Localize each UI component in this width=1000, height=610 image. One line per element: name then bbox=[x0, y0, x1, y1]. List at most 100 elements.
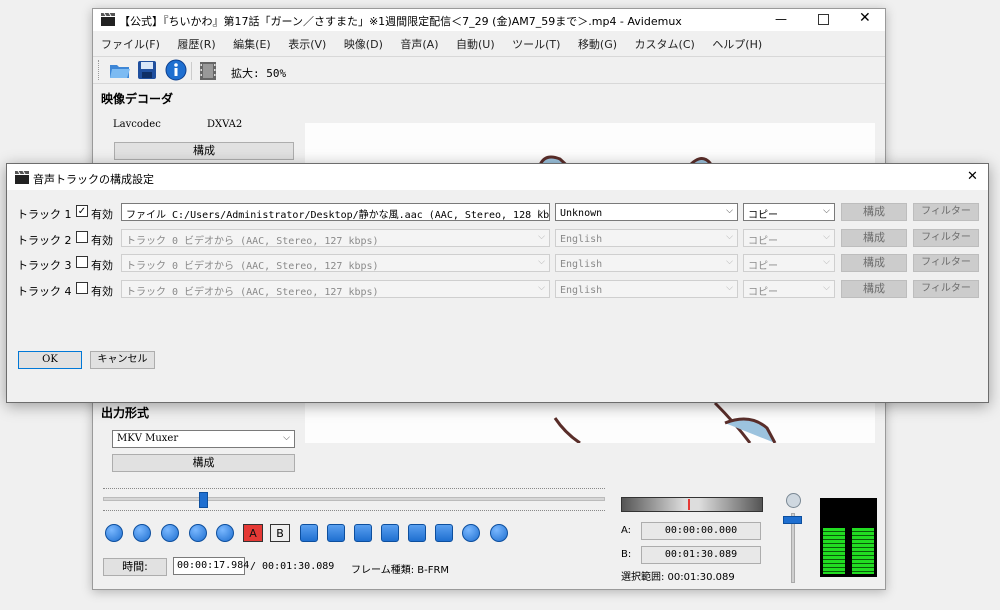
track-source-select[interactable]: トラック 0 ビデオから (AAC, Stereo, 127 kbps) ⌵ bbox=[121, 229, 550, 247]
track-language-select[interactable]: English ⌵ bbox=[555, 280, 738, 298]
track-label: トラック 2 bbox=[17, 234, 72, 247]
minimize-icon[interactable]: — bbox=[775, 12, 787, 26]
menu-video[interactable]: 映像(D) bbox=[344, 38, 383, 51]
next-frame-button[interactable] bbox=[161, 524, 179, 542]
dialog-close-icon[interactable]: ✕ bbox=[967, 169, 978, 184]
current-time-input[interactable]: 00:00:17.984 bbox=[173, 557, 249, 575]
track-language-select[interactable]: English ⌵ bbox=[555, 254, 738, 272]
dialog-title: 音声トラックの構成設定 bbox=[33, 173, 154, 186]
menu-audio[interactable]: 音声(A) bbox=[400, 38, 438, 51]
chevron-down-icon: ⌵ bbox=[726, 232, 733, 242]
track-enabled-checkbox[interactable] bbox=[76, 256, 88, 268]
menu-tools[interactable]: ツール(T) bbox=[512, 38, 560, 51]
output-configure-button[interactable]: 構成 bbox=[112, 454, 295, 472]
jog-shuttle[interactable] bbox=[621, 497, 763, 512]
menu-history[interactable]: 履歴(R) bbox=[177, 38, 215, 51]
chevron-down-icon: ⌵ bbox=[726, 206, 733, 216]
total-time-label: / 00:01:30.089 bbox=[250, 561, 335, 572]
timeline-ticks-top bbox=[103, 488, 605, 494]
set-marker-b-button[interactable]: B bbox=[270, 524, 290, 542]
track-codec-value: コピー bbox=[748, 287, 778, 298]
track-language-value: Unknown bbox=[560, 208, 603, 219]
decoder-configure-button[interactable]: 構成 bbox=[114, 142, 294, 160]
track-codec-select[interactable]: コピー ⌵ bbox=[743, 280, 835, 298]
track-configure-button[interactable]: 構成 bbox=[841, 229, 907, 247]
volume-slider-thumb[interactable] bbox=[783, 516, 802, 524]
prev-keyframe-button[interactable] bbox=[189, 524, 207, 542]
first-frame-button[interactable] bbox=[354, 524, 372, 542]
track-configure-button[interactable]: 構成 bbox=[841, 254, 907, 272]
timeline-thumb[interactable] bbox=[199, 492, 209, 508]
track-configure-button[interactable]: 構成 bbox=[841, 280, 907, 298]
info-icon[interactable] bbox=[165, 59, 187, 84]
track-source-value: トラック 0 ビデオから (AAC, Stereo, 127 kbps) bbox=[126, 236, 379, 247]
close-icon[interactable]: ✕ bbox=[859, 10, 871, 26]
maximize-icon[interactable] bbox=[818, 14, 829, 25]
chevron-down-icon: ⌵ bbox=[823, 232, 830, 242]
track-label: トラック 1 bbox=[17, 208, 72, 221]
chevron-down-icon: ⌵ bbox=[823, 283, 830, 293]
track-filters-button[interactable]: フィルター bbox=[913, 229, 979, 247]
prev-black-frame-button[interactable] bbox=[300, 524, 318, 542]
play-button[interactable] bbox=[105, 524, 123, 542]
cancel-button[interactable]: キャンセル bbox=[90, 351, 155, 369]
track-codec-select[interactable]: コピー ⌵ bbox=[743, 254, 835, 272]
dialog-title-bar: 音声トラックの構成設定 ✕ bbox=[7, 164, 988, 190]
track-enabled-label: 有効 bbox=[91, 208, 113, 221]
audio-track-dialog: 音声トラックの構成設定 ✕ トラック 1 ✓ 有効 ファイル C:/Users/Adm… bbox=[6, 163, 989, 403]
last-frame-button[interactable] bbox=[381, 524, 399, 542]
clapper-icon bbox=[101, 12, 115, 26]
frame-type-label: フレーム種類: B-FRM bbox=[351, 565, 450, 576]
next-intra-button[interactable] bbox=[435, 524, 453, 542]
track-language-select[interactable]: English ⌵ bbox=[555, 229, 738, 247]
track-codec-select[interactable]: コピー ⌵ bbox=[743, 203, 835, 221]
next-keyframe-button[interactable] bbox=[216, 524, 234, 542]
menu-auto[interactable]: 自動(U) bbox=[456, 38, 495, 51]
menu-bar: ファイル(F) 履歴(R) 編集(E) 表示(V) 映像(D) 音声(A) 自動… bbox=[101, 36, 881, 52]
track-enabled-checkbox[interactable] bbox=[76, 231, 88, 243]
track-configure-button[interactable]: 構成 bbox=[841, 203, 907, 221]
go-marker-b-button[interactable] bbox=[490, 524, 508, 542]
menu-go[interactable]: 移動(G) bbox=[578, 38, 617, 51]
track-source-select[interactable]: ファイル C:/Users/Administrator/Desktop/静かな風… bbox=[121, 203, 550, 221]
meter-left-channel bbox=[823, 528, 845, 574]
track-enabled-checkbox[interactable]: ✓ bbox=[76, 205, 88, 217]
selection-label: 選択範囲: 00:01:30.089 bbox=[621, 572, 735, 583]
menu-view[interactable]: 表示(V) bbox=[288, 38, 326, 51]
track-filters-button[interactable]: フィルター bbox=[913, 254, 979, 272]
ok-button[interactable]: OK bbox=[18, 351, 82, 369]
track-filters-button[interactable]: フィルター bbox=[913, 280, 979, 298]
track-label: トラック 4 bbox=[17, 285, 72, 298]
menu-file[interactable]: ファイル(F) bbox=[101, 38, 160, 51]
track-source-select[interactable]: トラック 0 ビデオから (AAC, Stereo, 127 kbps) ⌵ bbox=[121, 280, 550, 298]
save-icon[interactable] bbox=[137, 60, 157, 83]
track-language-select[interactable]: Unknown ⌵ bbox=[555, 203, 738, 221]
menu-edit[interactable]: 編集(E) bbox=[233, 38, 271, 51]
track-source-select[interactable]: トラック 0 ビデオから (AAC, Stereo, 127 kbps) ⌵ bbox=[121, 254, 550, 272]
next-black-frame-button[interactable] bbox=[327, 524, 345, 542]
track-enabled-checkbox[interactable] bbox=[76, 282, 88, 294]
prev-frame-button[interactable] bbox=[133, 524, 151, 542]
prev-intra-button[interactable] bbox=[408, 524, 426, 542]
go-marker-a-button[interactable] bbox=[462, 524, 480, 542]
menu-help[interactable]: ヘルプ(H) bbox=[712, 38, 762, 51]
set-marker-a-button[interactable]: A bbox=[243, 524, 263, 542]
volume-icon[interactable] bbox=[786, 493, 801, 508]
muxer-select-value: MKV Muxer bbox=[117, 433, 179, 444]
marker-a-value: 00:00:00.000 bbox=[641, 522, 761, 540]
track-filters-button[interactable]: フィルター bbox=[913, 203, 979, 221]
time-button[interactable]: 時間: bbox=[103, 558, 167, 576]
track-codec-select[interactable]: コピー ⌵ bbox=[743, 229, 835, 247]
chevron-down-icon: ⌵ bbox=[726, 283, 733, 293]
clapper-icon bbox=[15, 170, 29, 187]
track-label: トラック 3 bbox=[17, 259, 72, 272]
track-enabled-label: 有効 bbox=[91, 285, 113, 298]
muxer-select[interactable]: MKV Muxer ⌵ bbox=[112, 430, 295, 448]
open-folder-icon[interactable] bbox=[109, 60, 131, 83]
timeline-track[interactable] bbox=[103, 497, 605, 501]
decoder-accel: DXVA2 bbox=[207, 119, 243, 130]
menu-custom[interactable]: カスタム(C) bbox=[635, 38, 695, 51]
film-icon[interactable] bbox=[199, 61, 217, 84]
chevron-down-icon: ⌵ bbox=[538, 257, 545, 267]
marker-a-label: A: bbox=[621, 525, 632, 536]
